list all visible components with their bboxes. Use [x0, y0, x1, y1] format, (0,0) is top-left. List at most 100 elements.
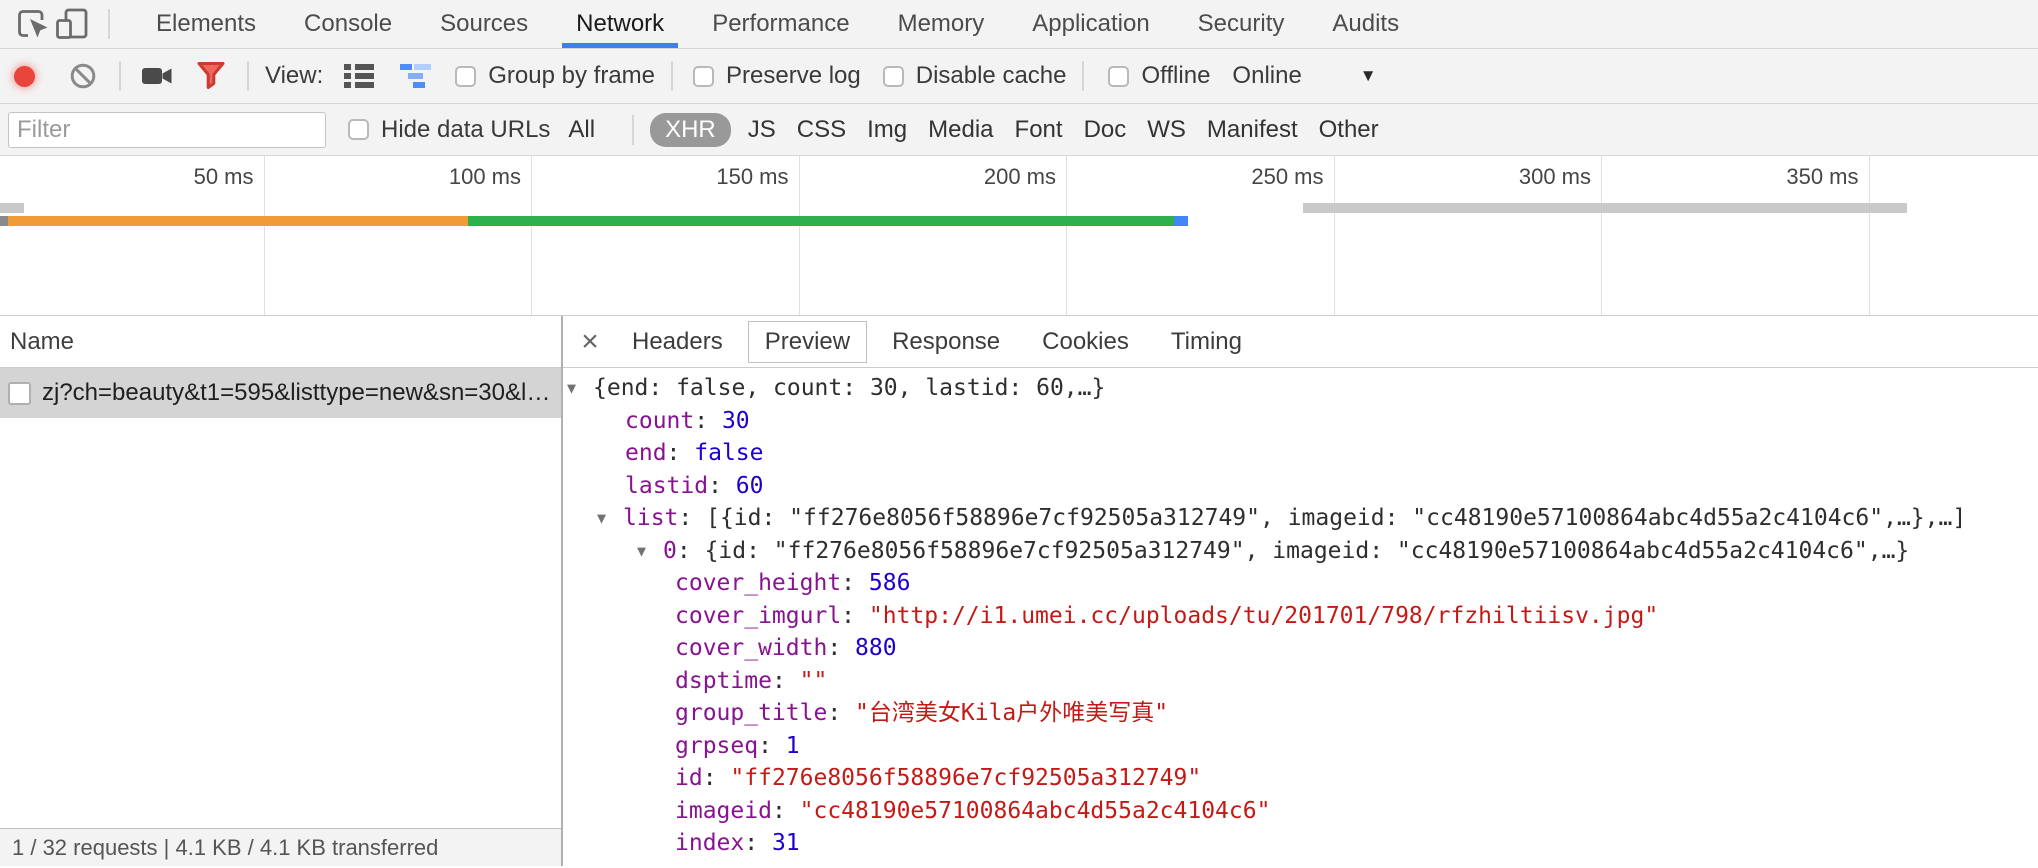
- detail-tab-response[interactable]: Response: [875, 321, 1017, 363]
- expand-arrow-icon[interactable]: ▼: [567, 372, 593, 405]
- json-tree-row[interactable]: lastid: 60: [563, 470, 2038, 503]
- json-tree-row[interactable]: index: 31: [563, 827, 2038, 860]
- expand-arrow-icon[interactable]: ▼: [597, 502, 623, 535]
- json-segment-plain: :: [708, 473, 736, 499]
- filter-funnel-icon[interactable]: [191, 56, 231, 96]
- waterfall-view-icon[interactable]: [397, 56, 437, 96]
- divider: [247, 61, 249, 91]
- throttling-value[interactable]: Online: [1232, 62, 1301, 90]
- json-tree-row[interactable]: id: "ff276e8056f58896e7cf92505a312749": [563, 762, 2038, 795]
- ruler-gridline: [1601, 156, 1602, 315]
- preserve-log-checkbox[interactable]: [693, 66, 714, 87]
- json-tree-row[interactable]: ▼{end: false, count: 30, lastid: 60,…}: [563, 372, 2038, 405]
- json-segment-plain: :: [841, 603, 869, 629]
- list-view-icon[interactable]: [339, 56, 379, 96]
- detail-tab-timing[interactable]: Timing: [1154, 321, 1259, 363]
- group-by-frame-checkbox[interactable]: [455, 66, 476, 87]
- json-segment-plain: :: [703, 765, 731, 791]
- tab-console[interactable]: Console: [280, 0, 416, 48]
- offline-option: Offline: [1108, 62, 1210, 90]
- json-segment-plain: :: [694, 408, 722, 434]
- detail-tab-headers[interactable]: Headers: [615, 321, 740, 363]
- json-segment-plain: :: [841, 570, 869, 596]
- filter-type-doc[interactable]: Doc: [1084, 116, 1127, 144]
- throttling-dropdown-arrow-icon[interactable]: ▼: [1360, 66, 1377, 86]
- device-toolbar-icon[interactable]: [52, 4, 92, 44]
- filter-type-js[interactable]: JS: [748, 116, 776, 144]
- divider: [108, 9, 110, 39]
- json-segment-plain: :: [772, 668, 800, 694]
- disable-cache-label: Disable cache: [916, 62, 1067, 90]
- disable-cache-checkbox[interactable]: [883, 66, 904, 87]
- json-segment-key: id: [675, 765, 703, 791]
- overview-request-bar: [1303, 203, 1908, 213]
- json-tree-row[interactable]: dsptime: "": [563, 665, 2038, 698]
- request-row[interactable]: zj?ch=beauty&t1=595&listtype=new&sn=30&l…: [0, 368, 561, 418]
- json-segment-key: cover_imgurl: [675, 603, 841, 629]
- json-segment-num: false: [694, 440, 763, 466]
- json-tree-row[interactable]: end: false: [563, 437, 2038, 470]
- ruler-label: 350 ms: [1786, 164, 1858, 190]
- json-preview-tree: ▼{end: false, count: 30, lastid: 60,…}co…: [563, 368, 2038, 866]
- hide-data-urls-checkbox[interactable]: [348, 119, 369, 140]
- tab-network[interactable]: Network: [552, 0, 688, 48]
- view-label: View:: [265, 62, 323, 90]
- record-button[interactable]: [14, 66, 35, 87]
- offline-checkbox[interactable]: [1108, 66, 1129, 87]
- tab-performance[interactable]: Performance: [688, 0, 873, 48]
- tab-memory[interactable]: Memory: [874, 0, 1009, 48]
- json-segment-plain: :: [667, 440, 695, 466]
- json-tree-row[interactable]: cover_width: 880: [563, 632, 2038, 665]
- filter-type-img[interactable]: Img: [867, 116, 907, 144]
- json-segment-key: 0: [663, 538, 677, 564]
- json-segment-key: cover_width: [675, 635, 827, 661]
- tab-elements[interactable]: Elements: [132, 0, 280, 48]
- clear-icon[interactable]: [63, 56, 103, 96]
- group-by-frame-label: Group by frame: [488, 62, 655, 90]
- tab-audits[interactable]: Audits: [1308, 0, 1423, 48]
- filter-input[interactable]: [8, 112, 326, 148]
- ruler-gridline: [531, 156, 532, 315]
- json-segment-key: imageid: [675, 798, 772, 824]
- filter-type-manifest[interactable]: Manifest: [1207, 116, 1298, 144]
- timeline-overview[interactable]: 50 ms100 ms150 ms200 ms250 ms300 ms350 m…: [0, 156, 2038, 316]
- network-toolbar: View: Group by frame Preserve log: [0, 49, 2038, 104]
- json-tree-row[interactable]: imageid: "cc48190e57100864abc4d55a2c4104…: [563, 795, 2038, 828]
- ruler-label: 200 ms: [984, 164, 1056, 190]
- json-segment-key: grpseq: [675, 733, 758, 759]
- screenshots-camera-icon[interactable]: [137, 56, 177, 96]
- name-column-header[interactable]: Name: [0, 316, 561, 368]
- detail-tab-cookies[interactable]: Cookies: [1025, 321, 1146, 363]
- json-tree-row[interactable]: ▼0: {id: "ff276e8056f58896e7cf92505a3127…: [563, 535, 2038, 568]
- filter-type-font[interactable]: Font: [1015, 116, 1063, 144]
- json-tree-row[interactable]: ▼list: [{id: "ff276e8056f58896e7cf92505a…: [563, 502, 2038, 535]
- json-tree-row[interactable]: cover_imgurl: "http://i1.umei.cc/uploads…: [563, 600, 2038, 633]
- close-icon[interactable]: ×: [573, 325, 607, 359]
- json-segment-plain: :: [744, 830, 772, 856]
- tab-application[interactable]: Application: [1008, 0, 1173, 48]
- expand-arrow-icon[interactable]: ▼: [637, 535, 663, 568]
- filter-type-media[interactable]: Media: [928, 116, 993, 144]
- json-tree-row[interactable]: grpseq: 1: [563, 730, 2038, 763]
- network-filter-bar: Hide data URLs All XHR JS CSS Img Media Font Do…: [0, 104, 2038, 156]
- tab-security[interactable]: Security: [1174, 0, 1309, 48]
- ruler-label: 250 ms: [1251, 164, 1323, 190]
- hide-data-urls-option: Hide data URLs: [348, 116, 550, 144]
- json-segment-plain: :: [772, 798, 800, 824]
- overview-request-bar: [0, 203, 24, 213]
- json-segment-key: group_title: [675, 700, 827, 726]
- filter-type-other[interactable]: Other: [1319, 116, 1379, 144]
- ruler-label: 50 ms: [194, 164, 254, 190]
- tab-sources[interactable]: Sources: [416, 0, 552, 48]
- inspect-element-icon[interactable]: [12, 4, 52, 44]
- json-tree-row[interactable]: cover_height: 586: [563, 567, 2038, 600]
- json-segment-key: end: [625, 440, 667, 466]
- detail-tab-preview[interactable]: Preview: [748, 321, 867, 363]
- filter-type-ws[interactable]: WS: [1147, 116, 1186, 144]
- requests-panel: Name zj?ch=beauty&t1=595&listtype=new&sn…: [0, 316, 563, 866]
- filter-type-xhr[interactable]: XHR: [650, 113, 731, 147]
- filter-type-all[interactable]: All: [568, 116, 595, 144]
- filter-type-css[interactable]: CSS: [797, 116, 846, 144]
- json-tree-row[interactable]: group_title: "台湾美女Kila户外唯美写真": [563, 697, 2038, 730]
- json-tree-row[interactable]: count: 30: [563, 405, 2038, 438]
